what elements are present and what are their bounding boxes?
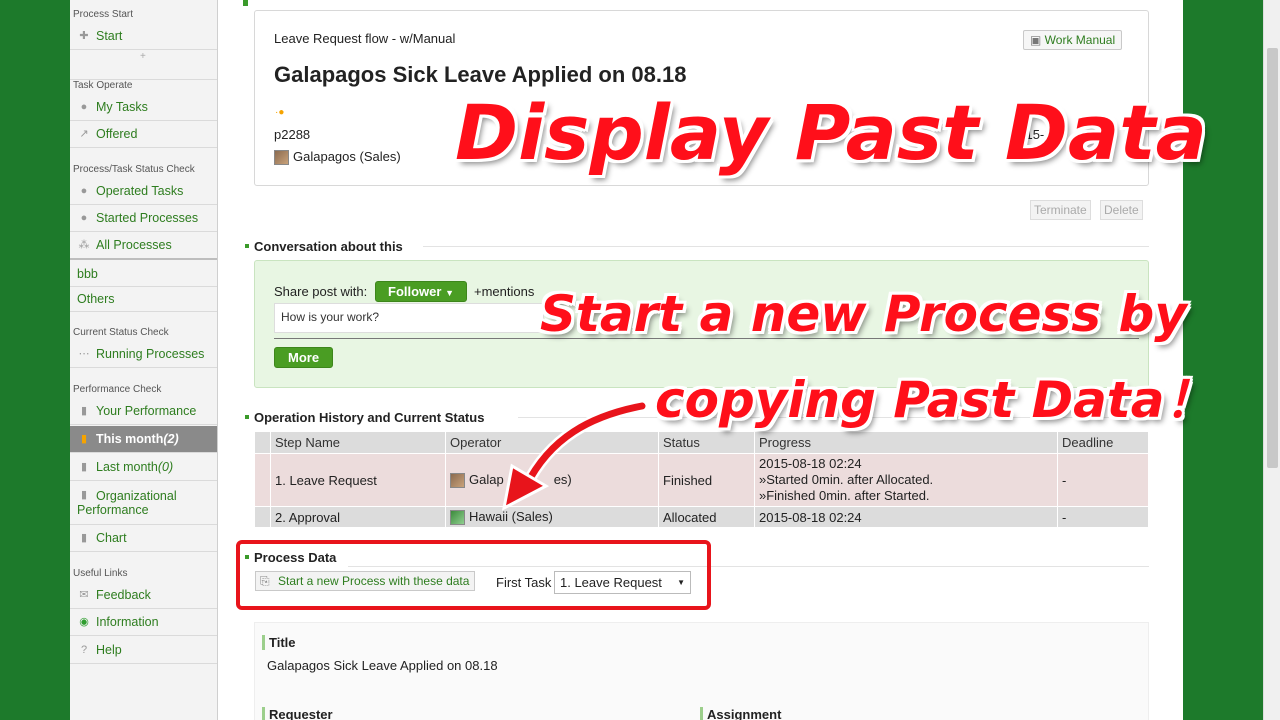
background-left <box>0 0 70 720</box>
table-header-row: Step Name Operator Status Progress Deadl… <box>254 431 1149 454</box>
status: Finished <box>658 453 755 507</box>
flow-name: Leave Request flow - w/Manual <box>274 31 456 46</box>
requester-label: Requester <box>262 707 333 720</box>
section-marker <box>243 0 248 6</box>
sidebar-item-org-performance[interactable]: ▮ Organizational Performance <box>70 481 217 525</box>
deadline: - <box>1057 453 1149 507</box>
arrow-annotation <box>501 400 648 511</box>
sidebar-item-my-tasks[interactable]: ● My Tasks <box>70 94 217 121</box>
information-icon: ◉ <box>79 616 89 628</box>
process-title: Galapagos Sick Leave Applied on 08.18 <box>274 62 687 87</box>
sidebar-head-performance: Performance Check <box>73 384 162 395</box>
column-header: Progress <box>754 431 1058 454</box>
column-header: Deadline <box>1057 431 1149 454</box>
step-name: 1. Leave Request <box>270 453 446 507</box>
work-manual-button[interactable]: ▣ Work Manual <box>1023 30 1123 50</box>
column-header: Status <box>658 431 755 454</box>
sidebar-head-useful-links: Useful Links <box>73 568 128 579</box>
title-value: Galapagos Sick Leave Applied on 08.18 <box>267 658 498 673</box>
sidebar-item-feedback[interactable]: ✉ Feedback <box>70 582 217 609</box>
running-processes-icon: ⋯ <box>78 348 90 360</box>
sidebar-item-all-processes[interactable]: ⁂ All Processes <box>70 232 217 260</box>
sidebar-expand-plus[interactable]: + <box>140 51 146 62</box>
progress: 2015-08-18 02:24 <box>754 505 1058 529</box>
more-button[interactable]: More <box>274 347 334 368</box>
sidebar-item-chart[interactable]: ▮ Chart <box>70 525 217 552</box>
started-processes-icon: ● <box>80 212 88 224</box>
sidebar-item-bbb[interactable]: bbb <box>70 261 217 287</box>
terminate-button[interactable]: Terminate <box>1030 200 1091 220</box>
sidebar-item-operated-tasks[interactable]: ● Operated Tasks <box>70 178 217 205</box>
sidebar-item-this-month[interactable]: ▮ This month (2) <box>70 426 217 453</box>
all-processes-icon: ⁂ <box>78 239 90 251</box>
bar-chart-icon: ▮ <box>80 489 88 501</box>
requester: Galapagos (Sales) <box>274 149 401 166</box>
sidebar-item-offered[interactable]: ↗ Offered <box>70 121 217 148</box>
sidebar-item-help[interactable]: ? Help <box>70 636 217 664</box>
highlight-box <box>236 540 711 610</box>
column-header: Step Name <box>270 431 446 454</box>
sidebar-item-start[interactable]: ✚ Start <box>70 23 217 50</box>
share-with-label: Share post with: <box>274 284 368 299</box>
my-tasks-icon: ● <box>80 101 88 113</box>
manual-icon: ▣ <box>1030 33 1045 47</box>
table-row[interactable]: 2. Approval Hawaii (Sales) Allocated 201… <box>254 505 1149 529</box>
sidebar-item-your-performance[interactable]: ▮ Your Performance <box>70 398 217 425</box>
sidebar-item-information[interactable]: ◉ Information <box>70 609 217 636</box>
sidebar: Process Start ✚ Start + Task Operate ● My … <box>70 0 218 720</box>
title-label: Title <box>262 635 296 650</box>
sidebar-item-started-processes[interactable]: ● Started Processes <box>70 205 217 232</box>
sidebar-head-task-operate: Task Operate <box>70 79 217 91</box>
overlay-subtitle-2: copying Past Data！ <box>655 371 1215 429</box>
deadline: - <box>1057 505 1149 529</box>
table-row[interactable]: 1. Leave Request Galap es) Finished 2015-… <box>254 453 1149 507</box>
feedback-icon: ✉ <box>79 589 89 601</box>
scrollbar-thumb[interactable] <box>1267 48 1278 468</box>
divider <box>423 246 1149 247</box>
avatar <box>274 150 289 166</box>
sidebar-item-last-month[interactable]: ▮ Last month (0) <box>70 453 217 481</box>
sidebar-item-running-processes[interactable]: ⋯ Running Processes <box>70 341 217 368</box>
status: Allocated <box>658 505 755 529</box>
page-scrollbar[interactable] <box>1263 0 1280 720</box>
follower-dropdown[interactable]: Follower ▼ <box>375 281 467 302</box>
history-heading: Operation History and Current Status <box>243 410 484 425</box>
avatar <box>450 473 465 489</box>
bar-chart-icon: ▮ <box>80 460 88 473</box>
bar-chart-icon: ▮ <box>80 433 88 445</box>
chevron-down-icon: ▼ <box>445 288 454 298</box>
progress: 2015-08-18 02:24 »Started 0min. after All… <box>754 453 1058 507</box>
start-icon: ✚ <box>79 30 89 42</box>
progress-dots-icon: ·● <box>275 107 285 118</box>
assignment-label: Assignment <box>700 707 781 720</box>
step-name: 2. Approval <box>270 505 446 529</box>
sidebar-head-current-status: Current Status Check <box>73 327 169 338</box>
operated-tasks-icon: ● <box>80 185 88 197</box>
overlay-subtitle-1: Start a new Process by <box>540 285 1187 343</box>
chart-icon: ▮ <box>80 532 88 544</box>
sidebar-head-status-check: Process/Task Status Check <box>73 164 195 175</box>
mentions-link[interactable]: +mentions <box>474 284 534 299</box>
post-input[interactable]: How is your work? <box>274 303 544 333</box>
offered-icon: ↗ <box>79 128 89 140</box>
avatar <box>450 510 465 526</box>
sidebar-head-process-start: Process Start <box>73 9 134 20</box>
help-icon: ? <box>80 643 88 656</box>
delete-button[interactable]: Delete <box>1100 200 1143 220</box>
bar-chart-icon: ▮ <box>80 405 88 417</box>
process-id: p2288 <box>274 127 311 142</box>
detail-panel: Title Galapagos Sick Leave Applied on 08… <box>254 622 1149 720</box>
sidebar-item-others[interactable]: Others <box>70 287 217 312</box>
overlay-headline: Display Past Data <box>455 88 1207 177</box>
conversation-heading: Conversation about this <box>243 239 403 254</box>
history-table: Step Name Operator Status Progress Deadl… <box>254 431 1149 529</box>
